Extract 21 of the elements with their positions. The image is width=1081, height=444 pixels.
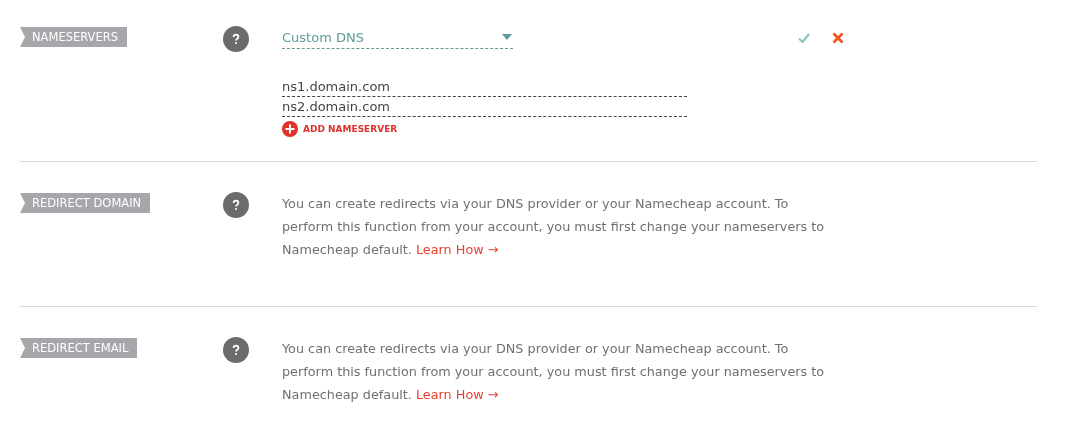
section-label: NAMESERVERS: [20, 27, 127, 47]
question-mark-icon: [232, 199, 240, 211]
plus-icon: [282, 121, 298, 137]
dns-dropdown[interactable]: Custom DNS: [282, 26, 513, 49]
info-text: You can create redirects via your DNS provider or your Namecheap account. To perform this function from your account, you must first change your nameservers to Namecheap default. Learn How →: [282, 340, 826, 404]
section-label: REDIRECT DOMAIN: [20, 193, 151, 213]
question-mark-icon: [232, 344, 240, 356]
help-icon[interactable]: [223, 337, 249, 363]
nameserver-field[interactable]: ns1.domain.com: [282, 77, 687, 97]
help-icon[interactable]: [223, 192, 249, 218]
caret-icon: [502, 34, 512, 40]
section-label: REDIRECT EMAIL: [20, 338, 138, 358]
close-icon[interactable]: [832, 31, 844, 44]
checkmark-icon[interactable]: [798, 32, 810, 43]
nameserver-field[interactable]: ns2.domain.com: [282, 97, 687, 117]
question-mark-icon: [232, 33, 240, 45]
info-text: You can create redirects via your DNS provider or your Namecheap account. To perform this function from your account, you must first change your nameservers to Namecheap default. Learn How →: [282, 195, 826, 259]
learn-how-link[interactable]: Learn How →: [415, 242, 499, 257]
learn-how-link[interactable]: Learn How →: [415, 387, 499, 402]
add-nameserver-button[interactable]: ADD NAMESERVER: [282, 121, 398, 137]
help-icon[interactable]: [223, 26, 249, 52]
